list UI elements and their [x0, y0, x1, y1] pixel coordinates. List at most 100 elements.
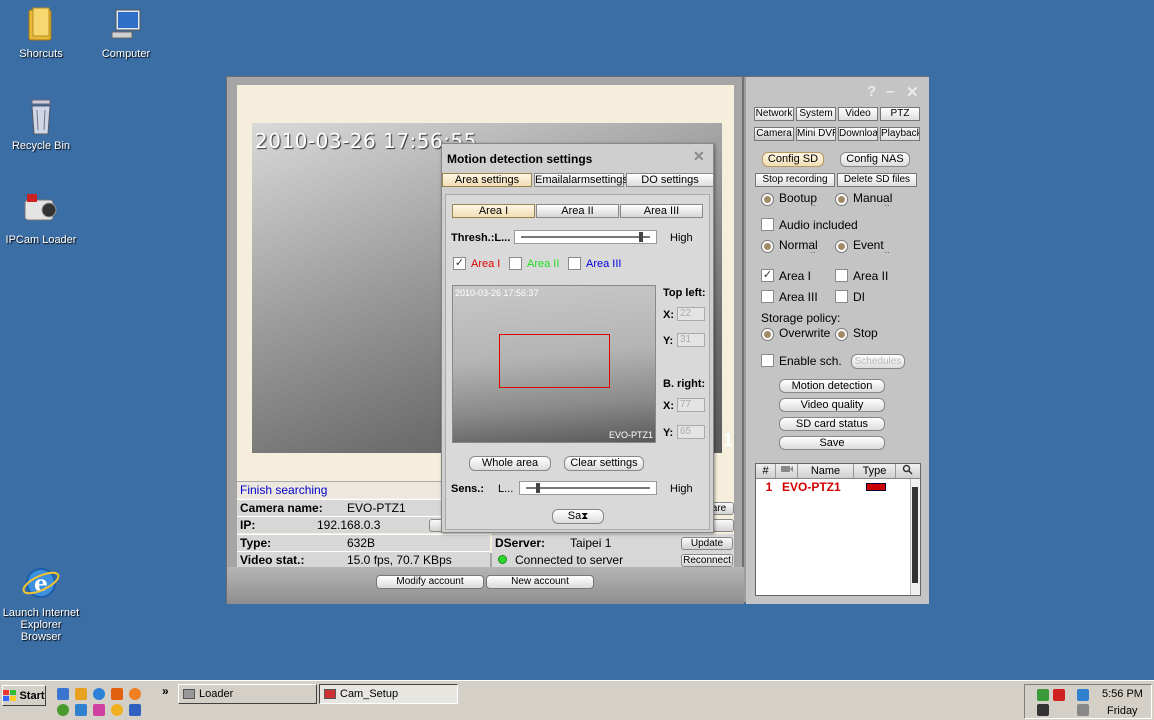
- list-item[interactable]: 1 EVO-PTZ1: [756, 479, 920, 495]
- search-icon[interactable]: [896, 464, 918, 478]
- dialog-close-icon[interactable]: ✕: [693, 148, 705, 165]
- bottom-right-x-input[interactable]: 77: [677, 398, 705, 412]
- area-iii-label: Area III: [779, 289, 818, 304]
- app-icon-2[interactable]: [75, 704, 87, 716]
- column-status-icon[interactable]: [776, 464, 798, 478]
- tab-system[interactable]: System: [796, 107, 836, 121]
- save-button[interactable]: Save: [779, 436, 885, 450]
- desktop-icon-internet-explorer[interactable]: e Launch Internet Explorer Browser: [1, 563, 81, 643]
- threshold-slider-thumb[interactable]: [638, 232, 643, 242]
- close-icon[interactable]: ✕: [906, 83, 919, 101]
- camera-list: # Name Type 1 EVO-PTZ1: [755, 463, 921, 596]
- volume-icon[interactable]: [1053, 689, 1065, 701]
- tray-icon-1[interactable]: [1037, 689, 1049, 701]
- quick-launch-chevron[interactable]: »: [162, 684, 169, 698]
- tab-area-settings[interactable]: Area settings: [442, 173, 532, 187]
- area-settings-panel: Area I Area II Area III Thresh.:L... Hig…: [445, 194, 710, 530]
- column-type[interactable]: Type: [854, 464, 896, 478]
- delete-sd-files-button[interactable]: Delete SD files: [837, 173, 917, 187]
- show-desktop-icon[interactable]: [57, 688, 69, 700]
- area-iii-checkbox[interactable]: Area III: [761, 290, 818, 303]
- desktop-icon-shortcuts[interactable]: Shorcuts: [1, 4, 81, 60]
- dialog-save-button[interactable]: Sa⧗: [552, 509, 604, 524]
- stop-option[interactable]: Stop: [835, 327, 909, 341]
- column-name[interactable]: Name: [798, 464, 854, 478]
- manual-recording-option[interactable]: Manual recording: [835, 192, 909, 206]
- overwrite-option[interactable]: Overwrite: [761, 327, 831, 341]
- new-account-button[interactable]: New account: [486, 575, 594, 589]
- sensitivity-slider-thumb[interactable]: [536, 483, 541, 493]
- modify-account-button[interactable]: Modify account: [376, 575, 484, 589]
- video-quality-button[interactable]: Video quality: [779, 398, 885, 412]
- config-sd-button[interactable]: Config SD: [762, 152, 824, 167]
- tab-ptz[interactable]: PTZ: [880, 107, 920, 121]
- tab-download[interactable]: Download: [838, 127, 878, 141]
- audio-included-checkbox[interactable]: Audio included: [761, 218, 858, 231]
- area-ii-enable-checkbox[interactable]: Area II: [509, 257, 559, 270]
- clear-settings-button[interactable]: Clear settings: [564, 456, 644, 471]
- tab-do-settings[interactable]: DO settings: [626, 173, 714, 187]
- motion-area-rectangle[interactable]: [499, 334, 610, 388]
- radio-icon: [761, 327, 774, 341]
- motion-area-preview[interactable]: 2010-03-26 17:56:37 EVO-PTZ1: [452, 285, 656, 443]
- task-cam-setup[interactable]: Cam_Setup: [319, 684, 458, 704]
- column-number[interactable]: #: [756, 464, 776, 478]
- bootup-recording-option[interactable]: Bootup recording: [761, 192, 831, 206]
- desktop-icon-ipcam-loader[interactable]: IPCam Loader: [1, 190, 81, 246]
- tab-playback[interactable]: Playback: [880, 127, 920, 141]
- bottom-right-y-input[interactable]: 65: [677, 425, 705, 439]
- update-button[interactable]: Update: [681, 537, 733, 550]
- clock-time[interactable]: 5:56 PM: [1102, 688, 1143, 700]
- ie-quicklaunch-icon[interactable]: [93, 688, 105, 700]
- app-icon-3[interactable]: [93, 704, 105, 716]
- help-icon[interactable]: ?: [867, 83, 876, 100]
- di-checkbox[interactable]: DI: [835, 290, 865, 303]
- system-tray: 5:56 PM Friday: [1024, 684, 1152, 719]
- config-nas-button[interactable]: Config NAS: [840, 152, 910, 167]
- task-loader[interactable]: Loader: [178, 684, 317, 704]
- reconnect-button[interactable]: Reconnect: [681, 554, 733, 567]
- schedules-button[interactable]: Schedules: [851, 354, 905, 369]
- whole-area-button[interactable]: Whole area: [469, 456, 551, 471]
- type-value: 632B: [347, 536, 376, 550]
- start-button[interactable]: Start: [2, 685, 46, 706]
- area-i-checkbox[interactable]: ✓ Area I: [761, 269, 811, 282]
- event-recording-option[interactable]: Event recording: [835, 239, 909, 253]
- list-scrollbar[interactable]: [910, 479, 920, 595]
- area-ii-checkbox[interactable]: Area II: [835, 269, 888, 282]
- tab-video[interactable]: Video: [838, 107, 878, 121]
- app-icon-1[interactable]: [57, 704, 69, 716]
- stop-recording-button[interactable]: Stop recording: [755, 173, 835, 187]
- speaker-icon[interactable]: [1077, 704, 1089, 716]
- outlook-icon[interactable]: [111, 688, 123, 700]
- scrollbar-thumb[interactable]: [912, 487, 918, 583]
- tab-mini-dvr[interactable]: Mini DVR: [796, 127, 836, 141]
- app-icon-5[interactable]: [129, 704, 141, 716]
- tab-network[interactable]: Network: [754, 107, 794, 121]
- desktop-icon-computer[interactable]: Computer: [86, 4, 166, 60]
- enable-schedule-checkbox[interactable]: Enable sch.: [761, 354, 842, 367]
- firefox-icon[interactable]: [129, 688, 141, 700]
- area-i-enable-checkbox[interactable]: ✓ Area I: [453, 257, 500, 270]
- tab-area-ii[interactable]: Area II: [536, 204, 619, 218]
- desktop-icon-recycle-bin[interactable]: Recycle Bin: [1, 96, 81, 152]
- top-left-y-input[interactable]: 31: [677, 333, 705, 347]
- sd-card-status-button[interactable]: SD card status: [779, 417, 885, 431]
- tab-area-iii[interactable]: Area III: [620, 204, 703, 218]
- media-icon[interactable]: [75, 688, 87, 700]
- area-iii-enable-checkbox[interactable]: Area III: [568, 257, 621, 270]
- threshold-slider[interactable]: [514, 230, 657, 244]
- sensitivity-slider[interactable]: [519, 481, 657, 495]
- tab-area-i[interactable]: Area I: [452, 204, 535, 218]
- tray-icon-2[interactable]: [1037, 704, 1049, 716]
- top-left-x-input[interactable]: 22: [677, 307, 705, 321]
- normal-recording-option[interactable]: Normal recording: [761, 239, 835, 253]
- network-icon[interactable]: [1077, 689, 1089, 701]
- motion-detection-button[interactable]: Motion detection: [779, 379, 885, 393]
- tab-email-alarm-settings[interactable]: Emailalarmsettings: [534, 173, 628, 187]
- tab-camera[interactable]: Camera: [754, 127, 794, 141]
- app-icon-4[interactable]: [111, 704, 123, 716]
- minimize-icon[interactable]: –: [886, 83, 894, 100]
- loader-task-icon: [183, 689, 195, 699]
- task-loader-label: Loader: [199, 688, 234, 700]
